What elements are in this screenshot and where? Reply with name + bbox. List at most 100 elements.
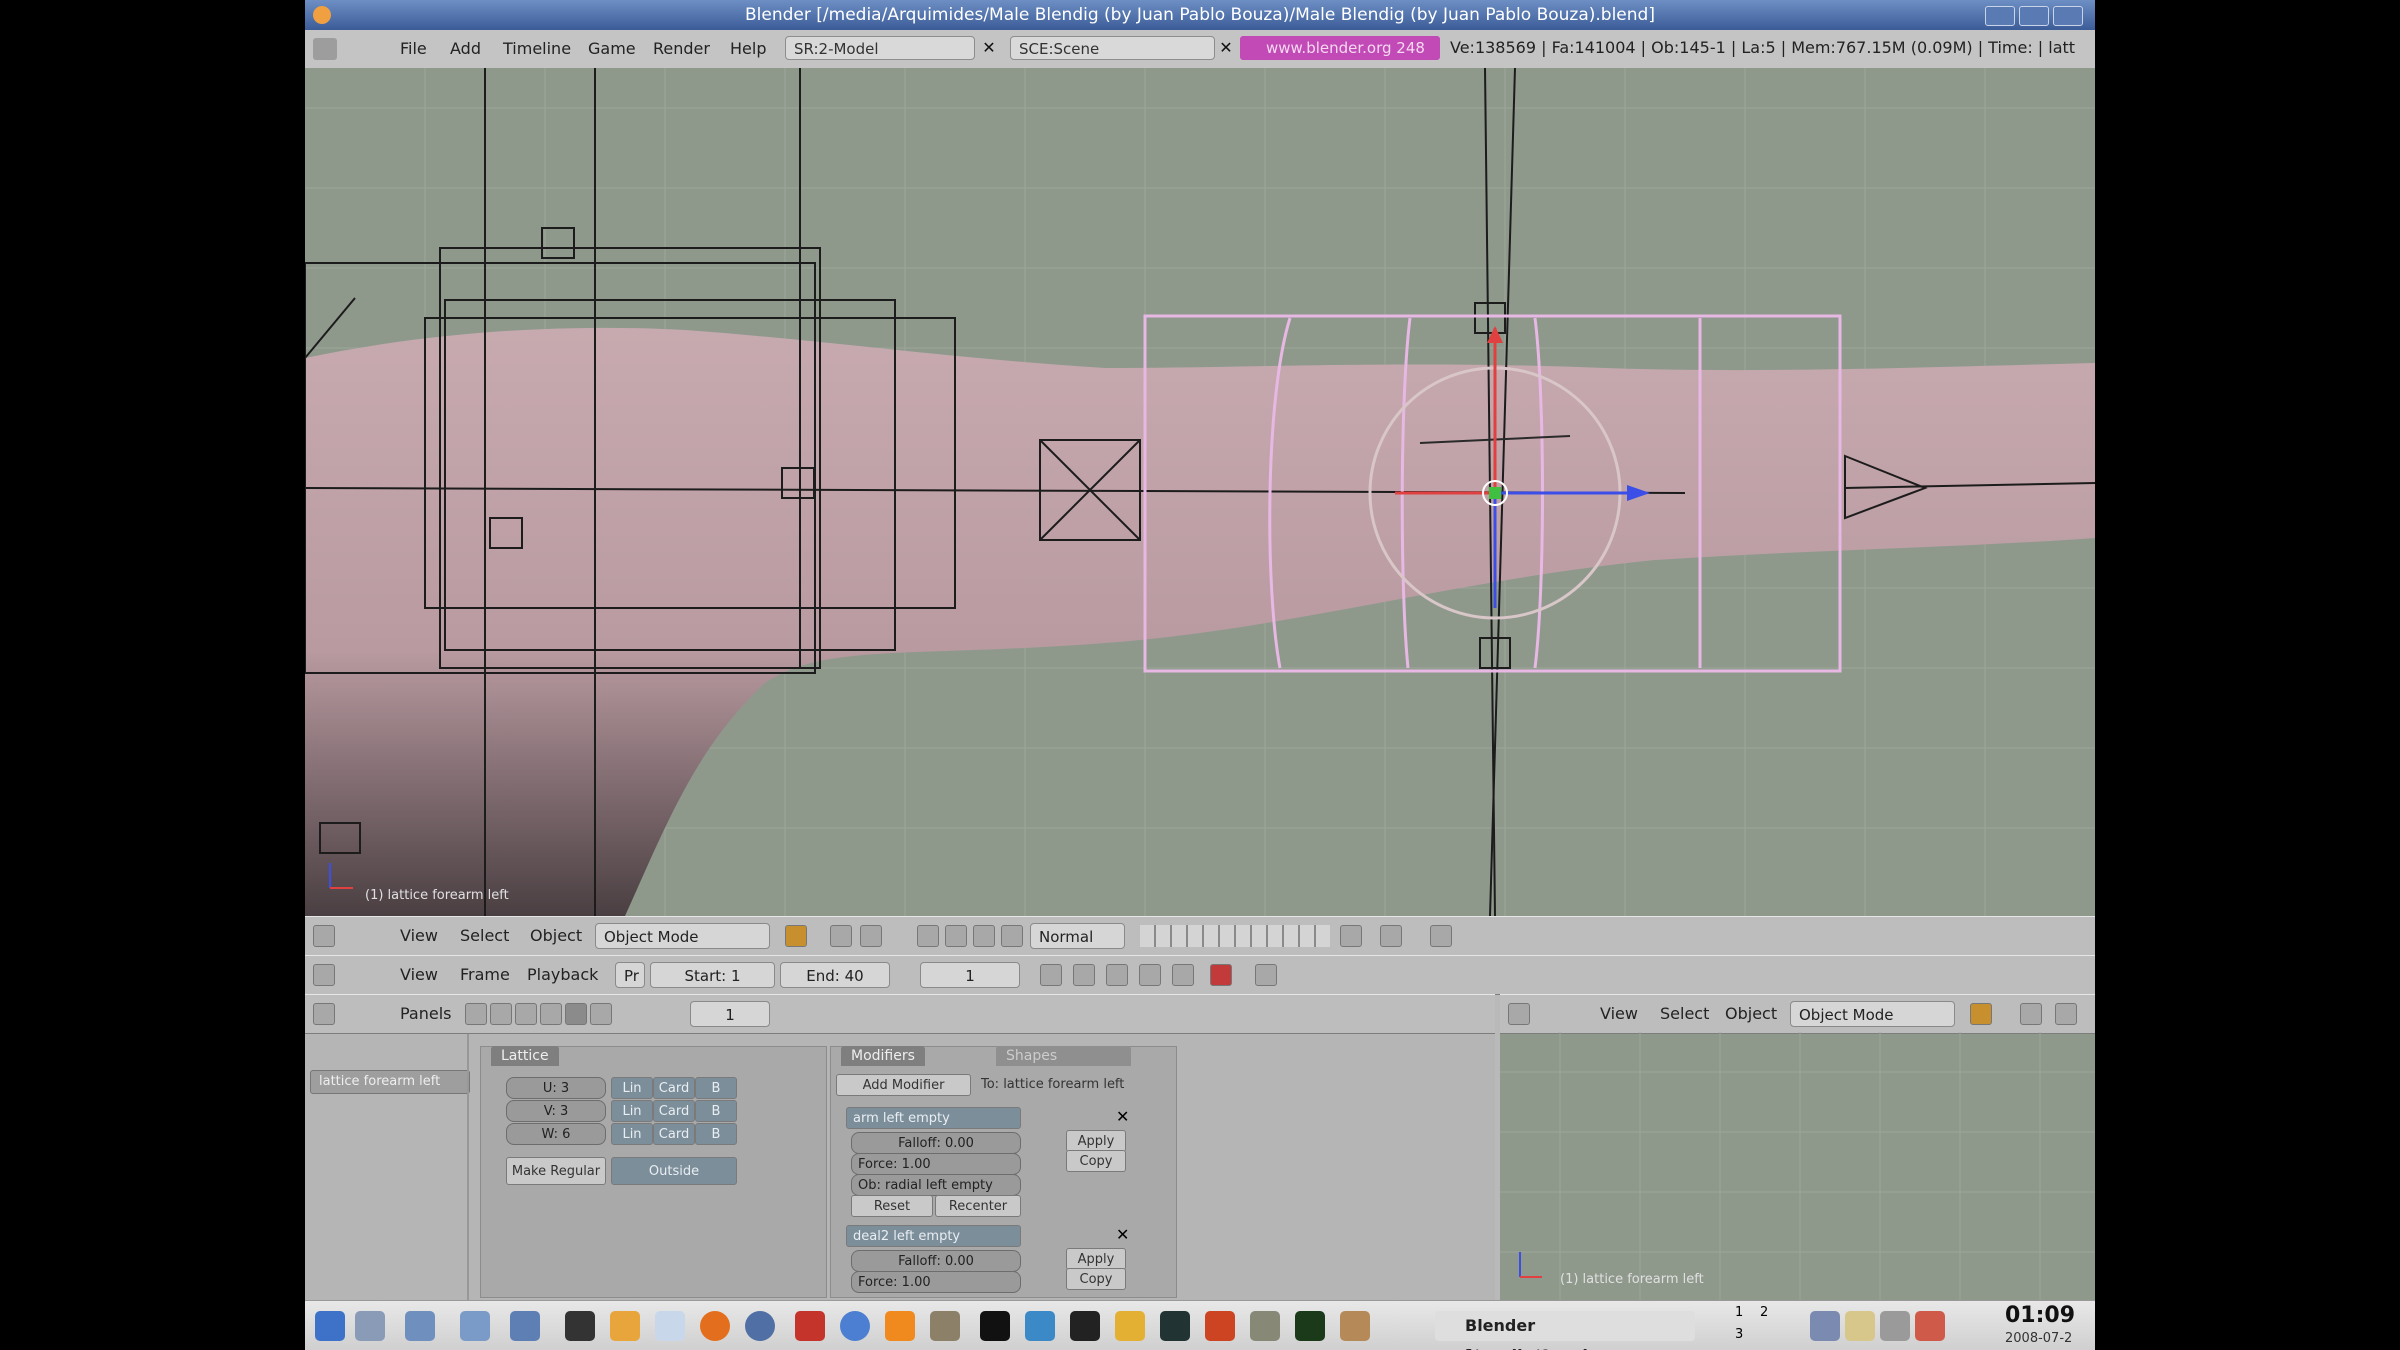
pen-icon[interactable] (1250, 1311, 1280, 1341)
close-icon[interactable]: ✕ (1116, 1107, 1129, 1126)
clock[interactable]: 01:09 (2005, 1303, 2075, 1328)
menu-file[interactable]: File (400, 38, 427, 60)
editor-type-icon[interactable] (1508, 1003, 1530, 1025)
pivot-icon[interactable] (2020, 1003, 2042, 1025)
desktop-3[interactable]: 3 (1735, 1327, 1743, 1342)
scene-selector[interactable]: SCE:Scene (1010, 36, 1215, 60)
menu-frame[interactable]: Frame (460, 964, 510, 986)
modifier-1-force[interactable]: Force: 1.00 (851, 1153, 1021, 1175)
draw-type-icon[interactable] (1970, 1003, 1992, 1025)
close-icon[interactable]: ✕ (1116, 1225, 1129, 1244)
system-monitor-icon[interactable] (1295, 1311, 1325, 1341)
secondary-3d-view[interactable]: View Select Object Object Mode (1) latti… (1500, 994, 2095, 1300)
outside-button[interactable]: Outside (611, 1157, 737, 1185)
modifier-2-apply[interactable]: Apply (1066, 1248, 1126, 1270)
current-frame-field[interactable]: 1 (920, 962, 1020, 988)
inkscape-icon[interactable] (980, 1311, 1010, 1341)
globe-icon[interactable] (655, 1311, 685, 1341)
make-regular-button[interactable]: Make Regular (506, 1157, 606, 1185)
image-viewer-icon[interactable] (1025, 1311, 1055, 1341)
monitor-icon[interactable] (1160, 1311, 1190, 1341)
modifier-2-force[interactable]: Force: 1.00 (851, 1271, 1021, 1293)
blender-app-icon[interactable] (1070, 1311, 1100, 1341)
close-icon[interactable]: ✕ (978, 36, 1000, 60)
object-icon[interactable] (540, 1003, 562, 1025)
play-icon[interactable] (1106, 964, 1128, 986)
manipulator-icon[interactable] (917, 925, 939, 947)
menu-timeline[interactable]: Timeline (503, 38, 571, 60)
chat-icon[interactable] (1115, 1311, 1145, 1341)
mode-dropdown[interactable]: Object Mode (595, 923, 770, 949)
screen-selector[interactable]: SR:2-Model (785, 36, 975, 60)
end-frame-field[interactable]: End: 40 (780, 962, 890, 988)
draw-type-icon[interactable] (785, 925, 807, 947)
lattice-w-lin[interactable]: Lin (611, 1123, 653, 1145)
jump-end-icon[interactable] (1172, 964, 1194, 986)
modifier-2-name[interactable]: deal2 left empty (846, 1225, 1021, 1247)
orientation-icon[interactable] (1001, 925, 1023, 947)
layer-lock-icon[interactable] (830, 925, 852, 947)
modifier-1-name[interactable]: arm left empty (846, 1107, 1021, 1129)
editing-icon[interactable] (565, 1003, 587, 1025)
shapes-tab[interactable]: Shapes (996, 1046, 1131, 1066)
lattice-u-lin[interactable]: Lin (611, 1077, 653, 1099)
panels-menu[interactable]: Panels (400, 1003, 452, 1025)
desktop-2[interactable]: 2 (1760, 1305, 1768, 1320)
lattice-w-field[interactable]: W: 6 (506, 1123, 606, 1145)
lattice-v-lin[interactable]: Lin (611, 1100, 653, 1122)
lattice-u-field[interactable]: U: 3 (506, 1077, 606, 1099)
modifier-1-apply[interactable]: Apply (1066, 1130, 1126, 1152)
lattice-u-b[interactable]: B (695, 1077, 737, 1099)
modifier-1-object[interactable]: Ob: radial left empty (851, 1174, 1021, 1196)
shading-icon[interactable] (515, 1003, 537, 1025)
shading-dropdown[interactable]: Normal (1030, 923, 1125, 949)
settings-icon[interactable] (460, 1311, 490, 1341)
manipulator-icon[interactable] (2055, 1003, 2077, 1025)
forward-icon[interactable] (1139, 964, 1161, 986)
lattice-tab[interactable]: Lattice (491, 1046, 559, 1066)
window-titlebar[interactable]: Blender [/media/Arquimides/Male Blendig … (305, 0, 2095, 30)
taskbar-app-blender[interactable]: Blender [/media/Arquim... (1435, 1311, 1695, 1350)
clipboard-icon[interactable] (1845, 1311, 1875, 1341)
volume-icon[interactable] (1810, 1311, 1840, 1341)
frame-field[interactable]: 1 (690, 1001, 770, 1027)
pivot-icon[interactable] (860, 925, 882, 947)
minimize-icon[interactable] (1985, 6, 2015, 26)
blender-url-link[interactable]: www.blender.org 248 (1240, 36, 1440, 60)
user-icon[interactable] (1340, 1311, 1370, 1341)
lattice-w-b[interactable]: B (695, 1123, 737, 1145)
start-menu-icon[interactable] (315, 1311, 345, 1341)
3d-viewport[interactable]: (1) lattice forearm left (305, 68, 2095, 916)
modifier-2-falloff[interactable]: Falloff: 0.00 (851, 1250, 1021, 1272)
firefox-icon[interactable] (700, 1311, 730, 1341)
menu-help[interactable]: Help (730, 38, 766, 60)
rewind-icon[interactable] (1073, 964, 1095, 986)
menu-view[interactable]: View (400, 964, 438, 986)
terminal-icon[interactable] (565, 1311, 595, 1341)
rotate-icon[interactable] (945, 925, 967, 947)
vlc-icon[interactable] (885, 1311, 915, 1341)
scale-icon[interactable] (973, 925, 995, 947)
gimp-icon[interactable] (930, 1311, 960, 1341)
files-icon[interactable] (610, 1311, 640, 1341)
menu-select[interactable]: Select (1660, 1003, 1709, 1025)
close-icon[interactable] (2053, 6, 2083, 26)
render-icon[interactable] (1380, 925, 1402, 947)
record-icon[interactable] (1210, 964, 1232, 986)
layer-buttons[interactable] (1140, 925, 1330, 947)
headphones-icon[interactable] (1205, 1311, 1235, 1341)
pdf-icon[interactable] (795, 1311, 825, 1341)
lattice-v-b[interactable]: B (695, 1100, 737, 1122)
lattice-w-card[interactable]: Card (653, 1123, 695, 1145)
menu-view[interactable]: View (400, 925, 438, 947)
modifier-1-recenter[interactable]: Recenter (935, 1195, 1021, 1217)
info-editor-icon[interactable] (313, 38, 337, 60)
lattice-u-card[interactable]: Card (653, 1077, 695, 1099)
opengl-render-icon[interactable] (1430, 925, 1452, 947)
menu-object[interactable]: Object (530, 925, 582, 947)
menu-render[interactable]: Render (653, 38, 710, 60)
menu-game[interactable]: Game (588, 38, 636, 60)
modifier-1-copy[interactable]: Copy (1066, 1150, 1126, 1172)
modifiers-tab[interactable]: Modifiers (841, 1046, 925, 1066)
viewport-canvas[interactable] (305, 68, 2095, 916)
